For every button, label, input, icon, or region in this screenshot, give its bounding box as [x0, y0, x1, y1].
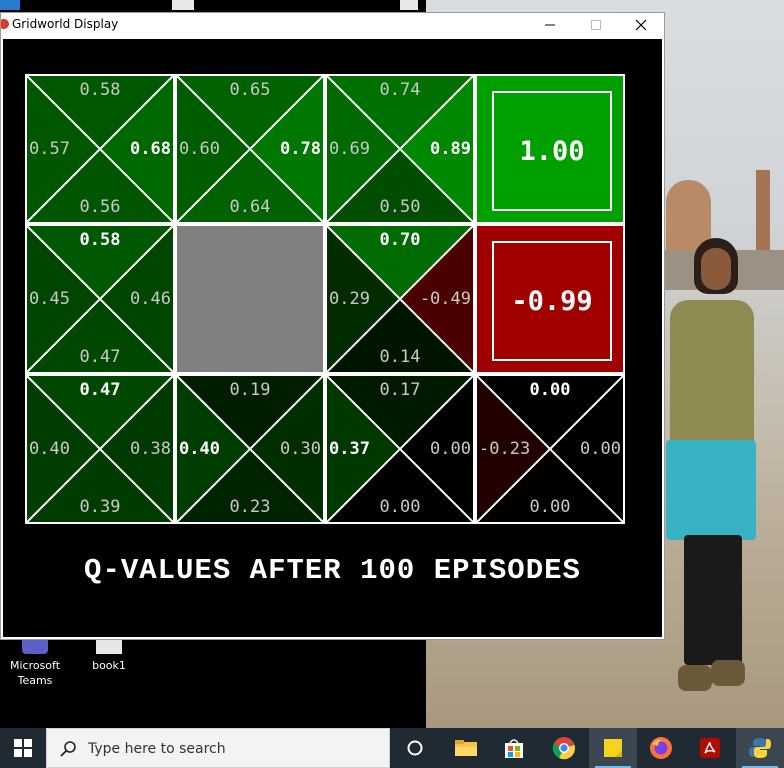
gridworld-canvas: 0.58 0.68 0.56 0.57 0.65 0.78 0.64 0.60 0.74 0.89…	[3, 39, 662, 637]
q-value-n: 0.65	[229, 80, 271, 100]
close-icon	[635, 19, 647, 31]
q-value-s: 0.00	[379, 497, 421, 517]
search-placeholder: Type here to search	[88, 741, 226, 757]
q-value-e: 0.78	[280, 139, 321, 159]
pdf-icon	[700, 738, 720, 758]
q-value-n: 0.70	[379, 230, 421, 250]
q-value-w: 0.40	[179, 439, 220, 459]
minimize-icon	[545, 24, 555, 26]
document-icon	[96, 640, 122, 654]
q-value-cell: 0.65 0.78 0.64 0.60	[175, 74, 325, 224]
python-icon	[749, 738, 771, 758]
taskbar-task-view[interactable]	[391, 728, 439, 768]
q-value-e: 0.38	[130, 439, 171, 459]
q-value-e: 0.00	[580, 439, 621, 459]
q-value-w: -0.23	[479, 439, 531, 459]
desktop-icon-partial[interactable]	[400, 0, 418, 10]
gridworld-caption: Q-VALUES AFTER 100 EPISODES	[84, 554, 581, 587]
desktop: Microsoft Teams book1 Gridworld Display …	[0, 0, 784, 728]
taskbar-python[interactable]	[736, 728, 784, 768]
chrome-icon	[552, 737, 575, 760]
q-value-e: 0.46	[130, 289, 171, 309]
q-value-s: 0.14	[379, 347, 421, 367]
taskbar-chrome[interactable]	[540, 728, 588, 768]
maximize-button[interactable]	[573, 13, 619, 37]
close-button[interactable]	[618, 13, 664, 37]
q-value-cell: 0.74 0.89 0.50 0.69	[325, 74, 475, 224]
q-value-e: 0.68	[130, 139, 171, 159]
q-value-s: 0.47	[79, 347, 121, 367]
app-icon	[1, 19, 9, 29]
q-value-e: -0.49	[419, 289, 471, 309]
q-value-s: 0.00	[529, 497, 571, 517]
desktop-icon-partial[interactable]	[0, 0, 20, 10]
desktop-icon-book1[interactable]: book1	[74, 640, 144, 673]
q-value-w: 0.60	[179, 139, 220, 159]
q-value-w: 0.37	[329, 439, 370, 459]
taskbar-firefox[interactable]	[637, 728, 685, 768]
q-value-e: 0.30	[280, 439, 321, 459]
taskbar: Type here to search	[0, 728, 784, 768]
wall-cell	[175, 224, 325, 374]
store-icon	[505, 739, 523, 758]
teams-icon	[22, 640, 48, 654]
taskbar-store[interactable]	[490, 728, 538, 768]
taskbar-sticky-notes[interactable]	[589, 728, 637, 768]
q-value-n: 0.74	[379, 80, 421, 100]
q-value-w: 0.40	[29, 439, 70, 459]
q-value-n: 0.58	[79, 230, 121, 250]
q-value-s: 0.50	[379, 197, 421, 217]
q-value-w: 0.45	[29, 289, 70, 309]
q-value-s: 0.39	[79, 497, 121, 517]
terminal-value: 1.00	[519, 135, 585, 167]
window-title: Gridworld Display	[12, 17, 119, 31]
search-icon	[60, 741, 76, 757]
q-value-n: 0.00	[529, 380, 571, 400]
minimize-button[interactable]	[527, 13, 573, 37]
q-value-cell: 0.17 0.00 0.00 0.37	[325, 374, 475, 524]
terminal-box: -0.99	[492, 241, 612, 361]
windows-logo-icon	[14, 739, 32, 757]
q-value-n: 0.47	[79, 380, 121, 400]
q-value-cell: 0.70 -0.49 0.14 0.29	[325, 224, 475, 374]
folder-icon	[455, 740, 477, 756]
gridworld-grid: 0.58 0.68 0.56 0.57 0.65 0.78 0.64 0.60 0.74 0.89…	[25, 74, 625, 524]
title-bar[interactable]: Gridworld Display	[1, 13, 664, 37]
task-view-icon	[407, 740, 423, 756]
q-value-w: 0.69	[329, 139, 370, 159]
q-value-cell: 0.58 0.68 0.56 0.57	[25, 74, 175, 224]
q-value-n: 0.19	[229, 380, 271, 400]
q-value-e: 0.00	[430, 439, 471, 459]
q-value-cell: 0.00 0.00 0.00 -0.23	[475, 374, 625, 524]
q-value-s: 0.64	[229, 197, 271, 217]
start-button[interactable]	[0, 728, 46, 768]
q-value-cell: 0.58 0.46 0.47 0.45	[25, 224, 175, 374]
q-value-n: 0.17	[379, 380, 421, 400]
desktop-icon-teams[interactable]: Microsoft Teams	[0, 640, 70, 688]
taskbar-acrobat[interactable]	[686, 728, 734, 768]
q-value-w: 0.57	[29, 139, 70, 159]
terminal-box: 1.00	[492, 91, 612, 211]
q-value-s: 0.23	[229, 497, 271, 517]
maximize-icon	[591, 20, 601, 30]
q-value-e: 0.89	[430, 139, 471, 159]
q-value-cell: 0.47 0.38 0.39 0.40	[25, 374, 175, 524]
q-value-n: 0.58	[79, 80, 121, 100]
desktop-icon-partial[interactable]	[172, 0, 194, 10]
desktop-icon-label: book1	[92, 659, 126, 672]
firefox-icon	[650, 737, 672, 759]
terminal-cell: 1.00	[475, 74, 625, 224]
q-value-cell: 0.19 0.30 0.23 0.40	[175, 374, 325, 524]
taskbar-file-explorer[interactable]	[442, 728, 490, 768]
desktop-icon-label: Microsoft Teams	[9, 659, 61, 687]
q-value-s: 0.56	[79, 197, 121, 217]
q-value-w: 0.29	[329, 289, 370, 309]
sticky-note-icon	[604, 739, 622, 757]
terminal-cell: -0.99	[475, 224, 625, 374]
terminal-value: -0.99	[511, 285, 593, 317]
gridworld-window: Gridworld Display 0.58 0.68 0.56 0.57 0.65 0.…	[0, 12, 665, 640]
taskbar-search-box[interactable]: Type here to search	[46, 728, 390, 768]
